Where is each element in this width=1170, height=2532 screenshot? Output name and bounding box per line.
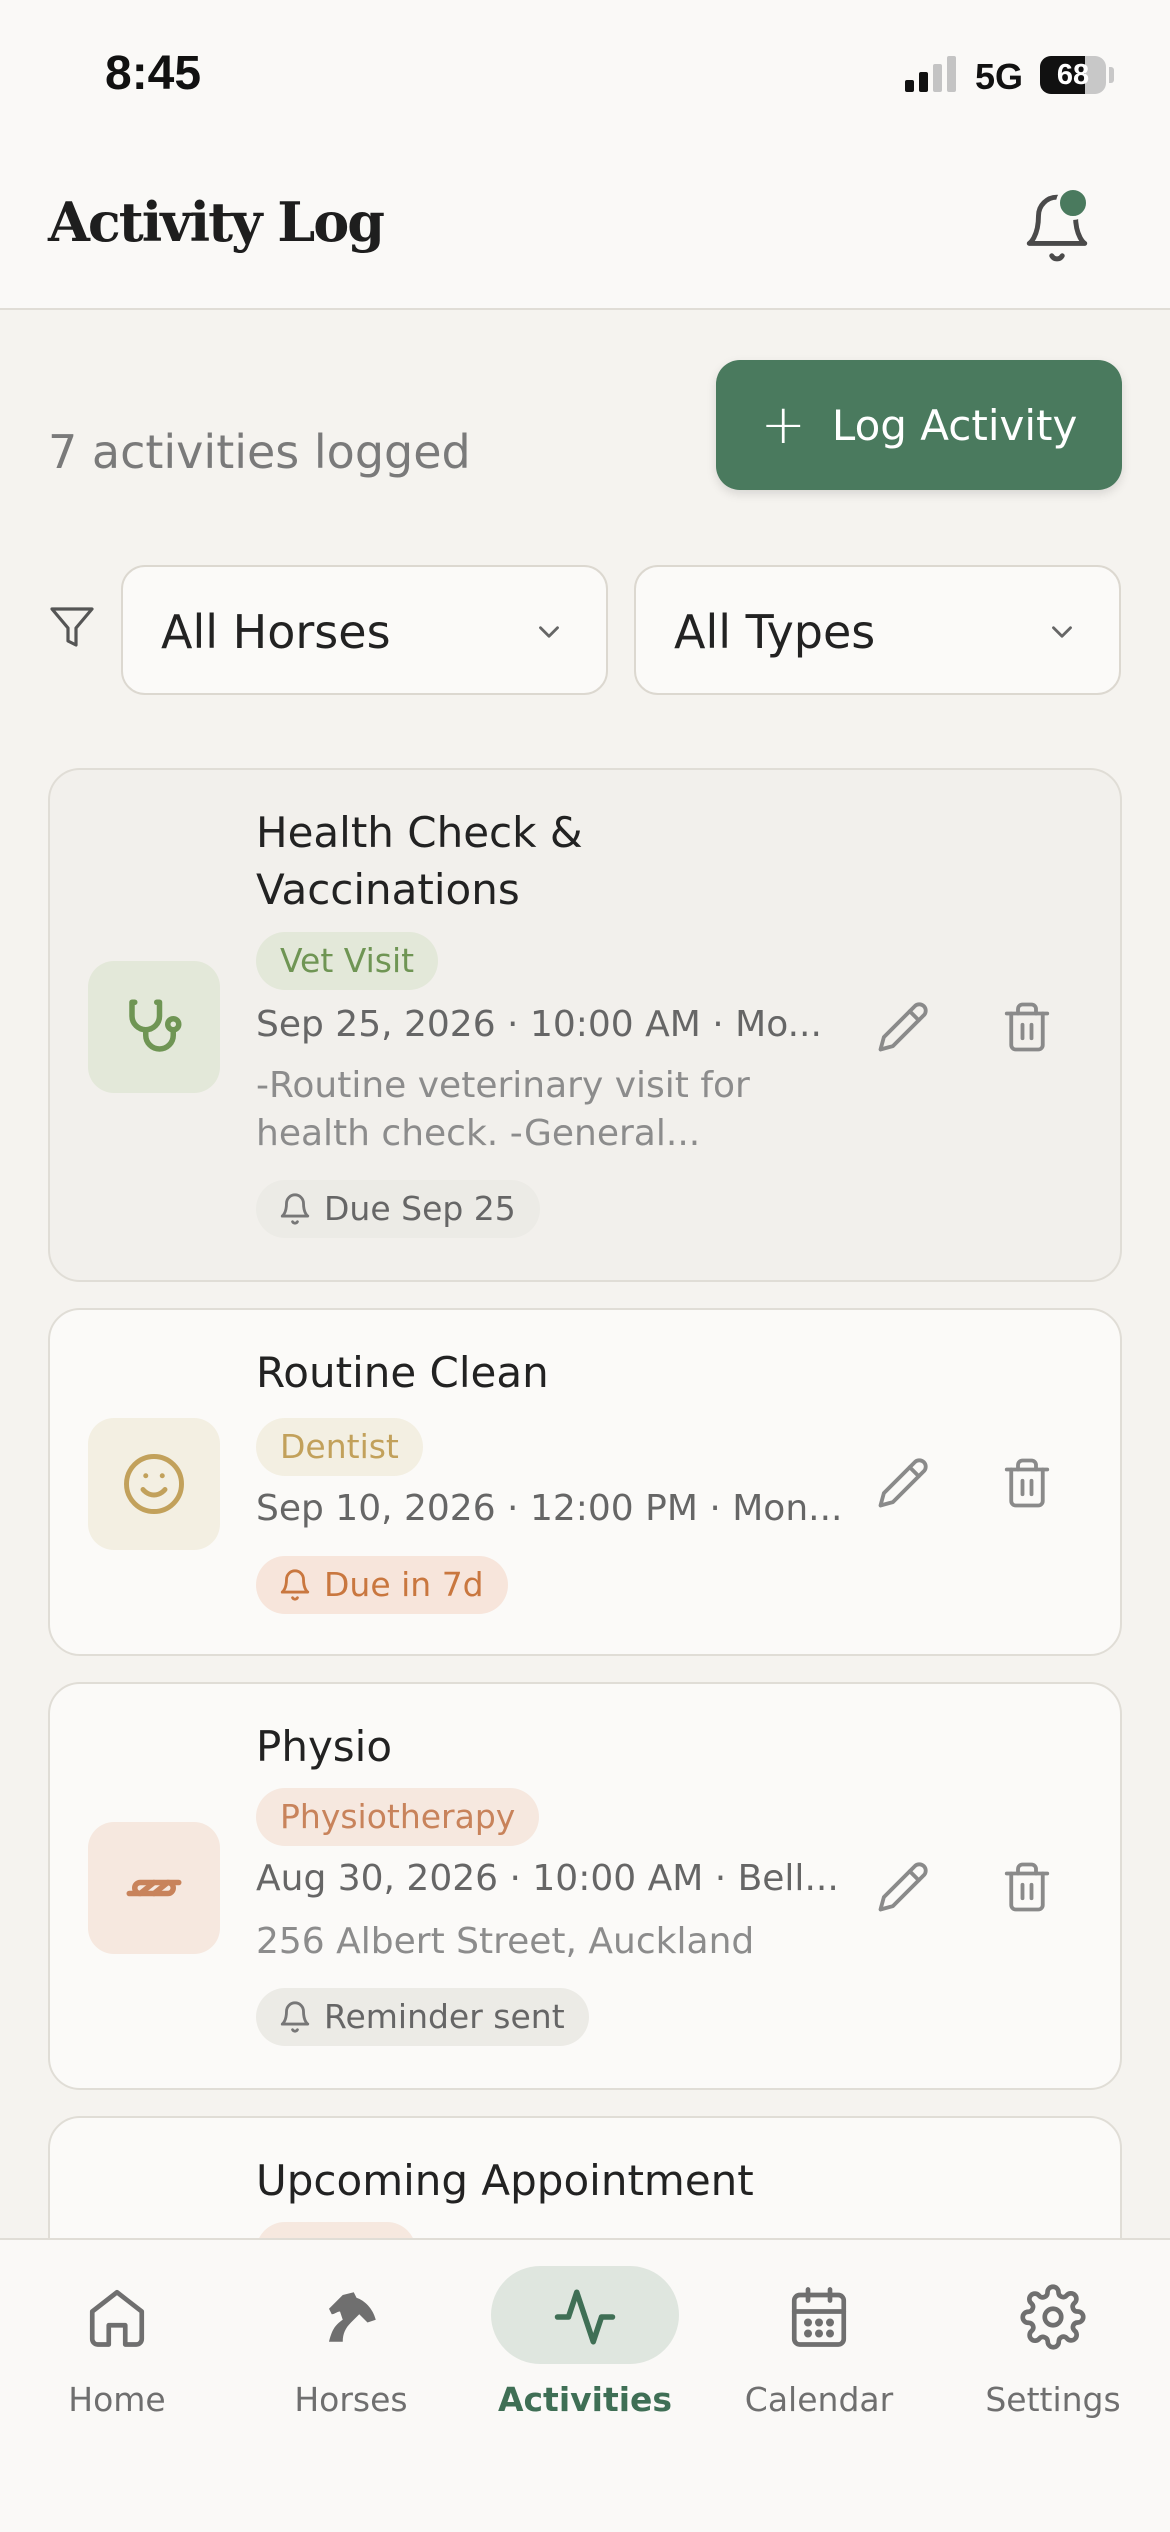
type-filter-value: All Types: [674, 605, 876, 659]
battery-tip: [1109, 67, 1114, 83]
tab-home[interactable]: Home: [0, 2240, 234, 2440]
tab-horses[interactable]: Horses: [234, 2240, 468, 2440]
trash-icon[interactable]: [1000, 1456, 1054, 1510]
battery-icon: 68: [1040, 56, 1106, 94]
calendar-icon: [791, 2287, 847, 2347]
log-activity-label: Log Activity: [831, 400, 1078, 450]
horse-icon: [329, 2292, 376, 2342]
activity-meta: Sep 10, 2026 · 12:00 PM · Mon...: [256, 1488, 843, 1529]
activity-list: Health Check & Vaccinations Vet Visit Se…: [0, 760, 1170, 2238]
horse-filter-select[interactable]: All Horses: [121, 565, 608, 695]
activity-type-badge: Vet Visit: [256, 932, 439, 990]
tab-label: Horses: [294, 2380, 408, 2419]
activity-title: Health Check & Vaccinations: [256, 808, 583, 914]
signal-icon: [905, 56, 956, 92]
pencil-icon[interactable]: [876, 1456, 930, 1510]
chevron-down-icon: [1052, 626, 1072, 638]
activity-meta: Aug 30, 2026 · 10:00 AM · Bell...: [256, 1858, 839, 1899]
activity-note: 256 Albert Street, Auckland: [256, 1921, 755, 1962]
activity-count: 7 activities logged: [48, 425, 471, 479]
activity-card[interactable]: Routine Clean Dentist Sep 10, 2026 · 12:…: [48, 1308, 1122, 1656]
activity-type-badge: [256, 2222, 416, 2238]
activity-type-icon-box: [88, 1822, 220, 1954]
app-header: Activity Log: [0, 150, 1170, 310]
activity-icon: [554, 2289, 616, 2345]
trash-icon[interactable]: [1000, 1860, 1054, 1914]
gear-icon: [1020, 2284, 1086, 2350]
log-activity-button[interactable]: + Log Activity: [716, 360, 1122, 490]
bell-icon: [280, 1193, 310, 1225]
hand-icon: [126, 1879, 182, 1897]
chevron-down-icon: [539, 626, 559, 638]
filter-icon: [50, 607, 94, 647]
activity-card[interactable]: Health Check & Vaccinations Vet Visit Se…: [48, 768, 1122, 1282]
reminder-pill: Due in 7d: [256, 1556, 508, 1614]
trash-icon[interactable]: [1000, 1000, 1054, 1054]
status-time: 8:45: [105, 47, 202, 100]
pencil-icon[interactable]: [876, 1000, 930, 1054]
home-icon: [89, 2289, 145, 2347]
reminder-text: Reminder sent: [324, 1997, 565, 2036]
activity-type-icon-box: [88, 961, 220, 1093]
page-title: Activity Log: [48, 190, 385, 254]
pencil-icon[interactable]: [876, 1860, 930, 1914]
reminder-text: Due Sep 25: [324, 1189, 516, 1228]
activity-type-badge: Dentist: [256, 1418, 423, 1476]
tab-label: Home: [68, 2380, 166, 2419]
tab-label: Settings: [985, 2380, 1121, 2419]
tab-calendar[interactable]: Calendar: [702, 2240, 936, 2440]
notification-dot: [1056, 186, 1090, 220]
battery-level: 68: [1056, 59, 1090, 91]
bottom-tab-bar: Home Horses Activities Calendar Settings: [0, 2238, 1170, 2532]
status-bar: 8:45 5G 68: [0, 0, 1170, 150]
activity-title: Physio: [256, 1722, 393, 1771]
activity-card[interactable]: Upcoming Appointment: [48, 2116, 1122, 2238]
horse-filter-value: All Horses: [161, 605, 391, 659]
tab-activities[interactable]: Activities: [468, 2240, 702, 2440]
reminder-text: Due in 7d: [324, 1565, 484, 1604]
activity-title: Routine Clean: [256, 1348, 549, 1397]
reminder-pill: Reminder sent: [256, 1988, 589, 2046]
bell-icon: [280, 2001, 310, 2033]
tab-label: Activities: [497, 2380, 673, 2419]
tab-settings[interactable]: Settings: [936, 2240, 1170, 2440]
smile-icon: [124, 1454, 184, 1514]
reminder-pill: Due Sep 25: [256, 1180, 540, 1238]
activity-note: -Routine veterinary visit for health che…: [256, 1065, 750, 1154]
plus-icon: +: [760, 393, 806, 456]
bell-icon: [280, 1569, 310, 1601]
stethoscope-icon: [129, 999, 182, 1052]
activity-type-badge: Physiotherapy: [256, 1788, 540, 1846]
activity-title: Upcoming Appointment: [256, 2156, 754, 2205]
tab-label: Calendar: [744, 2380, 894, 2419]
activity-meta: Sep 25, 2026 · 10:00 AM · Mo...: [256, 1004, 822, 1045]
type-filter-select[interactable]: All Types: [634, 565, 1121, 695]
activity-type-icon-box: [88, 1418, 220, 1550]
network-label: 5G: [975, 56, 1024, 97]
activity-card[interactable]: Physio Physiotherapy Aug 30, 2026 · 10:0…: [48, 1682, 1122, 2090]
